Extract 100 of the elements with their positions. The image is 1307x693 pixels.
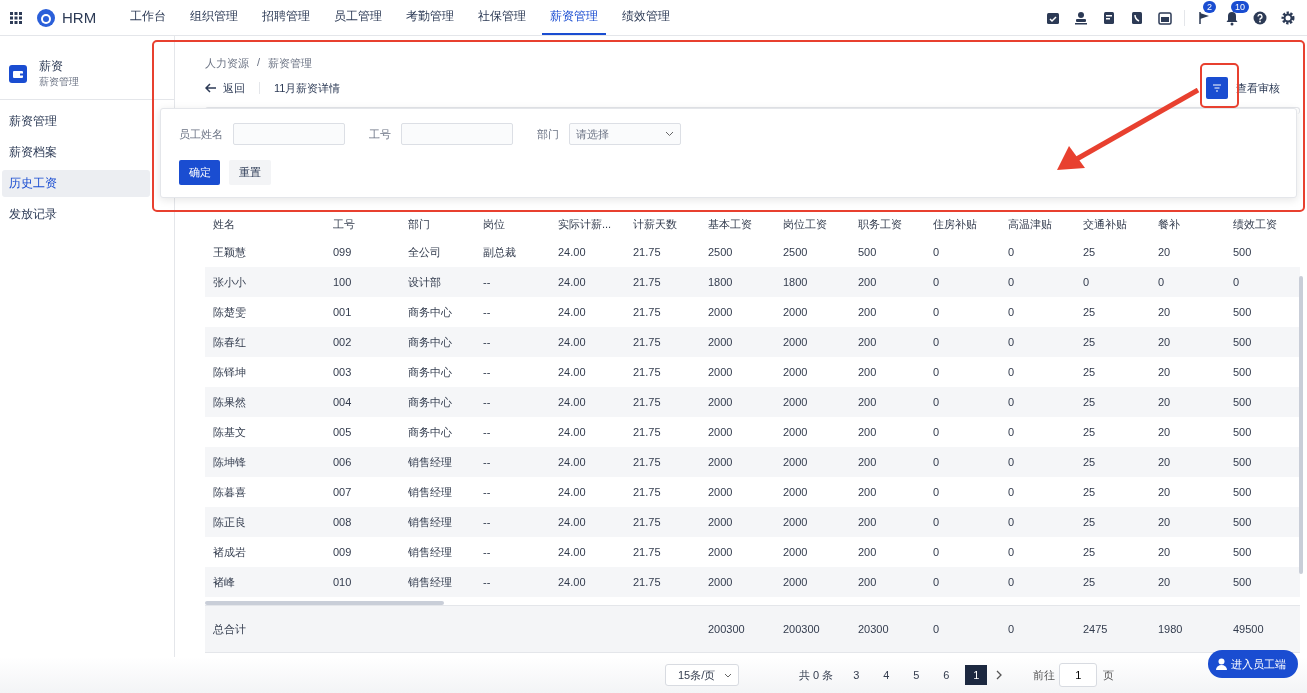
table-cell: 200 — [858, 366, 877, 378]
total-cell: 2475 — [1083, 623, 1108, 635]
table-cell: 500 — [1233, 456, 1252, 468]
table-cell: 003 — [333, 366, 352, 378]
table-cell: 21.75 — [633, 276, 661, 288]
breadcrumb-link[interactable]: 薪资管理 — [268, 56, 313, 71]
sidebar-item[interactable]: 历史工资 — [2, 170, 150, 197]
table-cell: 销售经理 — [408, 575, 452, 588]
table-cell: 商务中心 — [408, 365, 452, 378]
table-cell: 0 — [933, 336, 940, 348]
sidebar-item[interactable]: 薪资管理 — [2, 108, 150, 135]
caret-icon — [665, 131, 674, 137]
nav-tab[interactable]: 员工管理 — [326, 0, 391, 35]
total-label: 总合计 — [213, 622, 246, 635]
table-cell: 200 — [858, 456, 877, 468]
total-cell: 0 — [1008, 623, 1015, 635]
field-label: 员工姓名 — [179, 126, 223, 142]
scrollbar[interactable] — [1299, 276, 1303, 574]
table-cell: 21.75 — [633, 396, 661, 408]
sidebar-item[interactable]: 薪资档案 — [2, 139, 150, 166]
table-cell: 24.00 — [558, 456, 586, 468]
app-grid-icon[interactable] — [10, 11, 22, 24]
column-header: 高温津贴 — [1007, 216, 1053, 232]
table-cell: 24.00 — [558, 306, 586, 318]
table-cell: 200 — [858, 336, 877, 348]
nav-tab[interactable]: 社保管理 — [470, 0, 535, 35]
page-size-select[interactable]: 15条/页 — [665, 664, 739, 686]
nav-tab[interactable]: 绩效管理 — [614, 0, 679, 35]
reset-button[interactable]: 重置 — [229, 160, 271, 185]
table-cell: 0 — [1008, 426, 1015, 438]
table-cell: 2000 — [708, 456, 733, 468]
table-cell: 2000 — [708, 396, 733, 408]
table-cell: 25 — [1083, 306, 1096, 318]
field-label: 部门 — [537, 126, 559, 142]
nav-tab[interactable]: 工作台 — [122, 0, 175, 35]
sidebar-item[interactable]: 发放记录 — [2, 201, 150, 228]
table-cell: 21.75 — [633, 456, 661, 468]
filter-button[interactable] — [1206, 77, 1228, 99]
table-cell: 24.00 — [558, 366, 586, 378]
filter-icon — [1212, 84, 1222, 92]
table-cell: 2000 — [783, 576, 808, 588]
table-cell: -- — [483, 396, 491, 408]
wallet-icon — [9, 64, 27, 83]
table-cell: 008 — [333, 516, 352, 528]
table-cell: 500 — [1233, 426, 1252, 438]
total-cell: 20300 — [858, 623, 889, 635]
table-cell: 0 — [1008, 576, 1015, 588]
table-cell: 24.00 — [558, 276, 586, 288]
table-cell: 005 — [333, 426, 352, 438]
input-field[interactable] — [233, 123, 345, 145]
table-cell: 商务中心 — [408, 425, 452, 438]
table-cell: 销售经理 — [408, 545, 452, 558]
table-cell: 25 — [1083, 576, 1096, 588]
page-button[interactable]: 3 — [845, 665, 868, 685]
table-cell: 2000 — [783, 456, 808, 468]
page-button[interactable]: 1 — [965, 665, 988, 685]
nav-tab[interactable]: 组织管理 — [182, 0, 247, 35]
table-cell: 21.75 — [633, 486, 661, 498]
nav-tab[interactable]: 招聘管理 — [254, 0, 319, 35]
table-cell: 24.00 — [558, 576, 586, 588]
department-select[interactable]: 请选择 — [569, 123, 681, 145]
table-cell: 王颖慧 — [213, 245, 246, 258]
logo-icon — [36, 7, 56, 28]
column-header: 交通补贴 — [1082, 216, 1128, 232]
table-cell: 张小小 — [213, 275, 246, 288]
page-button[interactable]: 4 — [875, 665, 898, 685]
breadcrumb-link[interactable]: 人力资源 — [205, 56, 249, 71]
table-cell: 20 — [1158, 486, 1171, 498]
table-cell: -- — [483, 336, 491, 348]
table-cell: 21.75 — [633, 576, 661, 588]
table-cell: 陈春红 — [213, 335, 246, 348]
nav-tab[interactable]: 考勤管理 — [398, 0, 463, 35]
next-page-icon[interactable] — [995, 670, 1004, 680]
employee-portal-button[interactable]: 进入员工端 — [1208, 650, 1298, 678]
module-subtitle: 薪资管理 — [39, 75, 79, 89]
input-field[interactable] — [401, 123, 513, 145]
page-button[interactable]: 6 — [935, 665, 958, 685]
table-cell: 0 — [933, 456, 940, 468]
page-title: 11月薪资详情 — [274, 80, 341, 96]
scrollbar[interactable] — [205, 601, 444, 605]
table-cell: 25 — [1083, 366, 1096, 378]
table-cell: 0 — [1233, 276, 1240, 288]
total-cell: 200300 — [783, 623, 820, 635]
table-cell: 2000 — [708, 426, 733, 438]
page-button[interactable]: 5 — [905, 665, 928, 685]
table-cell: 0 — [933, 546, 940, 558]
total-cell: 1980 — [1158, 623, 1183, 635]
confirm-button[interactable]: 确定 — [179, 160, 220, 185]
table-cell: 20 — [1158, 336, 1171, 348]
table-cell: -- — [483, 546, 491, 558]
table-cell: 0 — [1008, 366, 1015, 378]
table-cell: 2500 — [708, 246, 733, 258]
column-header: 职务工资 — [857, 216, 903, 232]
nav-tab[interactable]: 薪资管理 — [542, 0, 607, 35]
table-cell: 500 — [1233, 246, 1252, 258]
table-cell: 004 — [333, 396, 352, 408]
column-header: 住房补贴 — [932, 216, 978, 232]
table-cell: -- — [483, 456, 491, 468]
goto-page-field[interactable]: 1 — [1059, 663, 1098, 687]
back-button[interactable]: 返回 — [205, 80, 245, 96]
